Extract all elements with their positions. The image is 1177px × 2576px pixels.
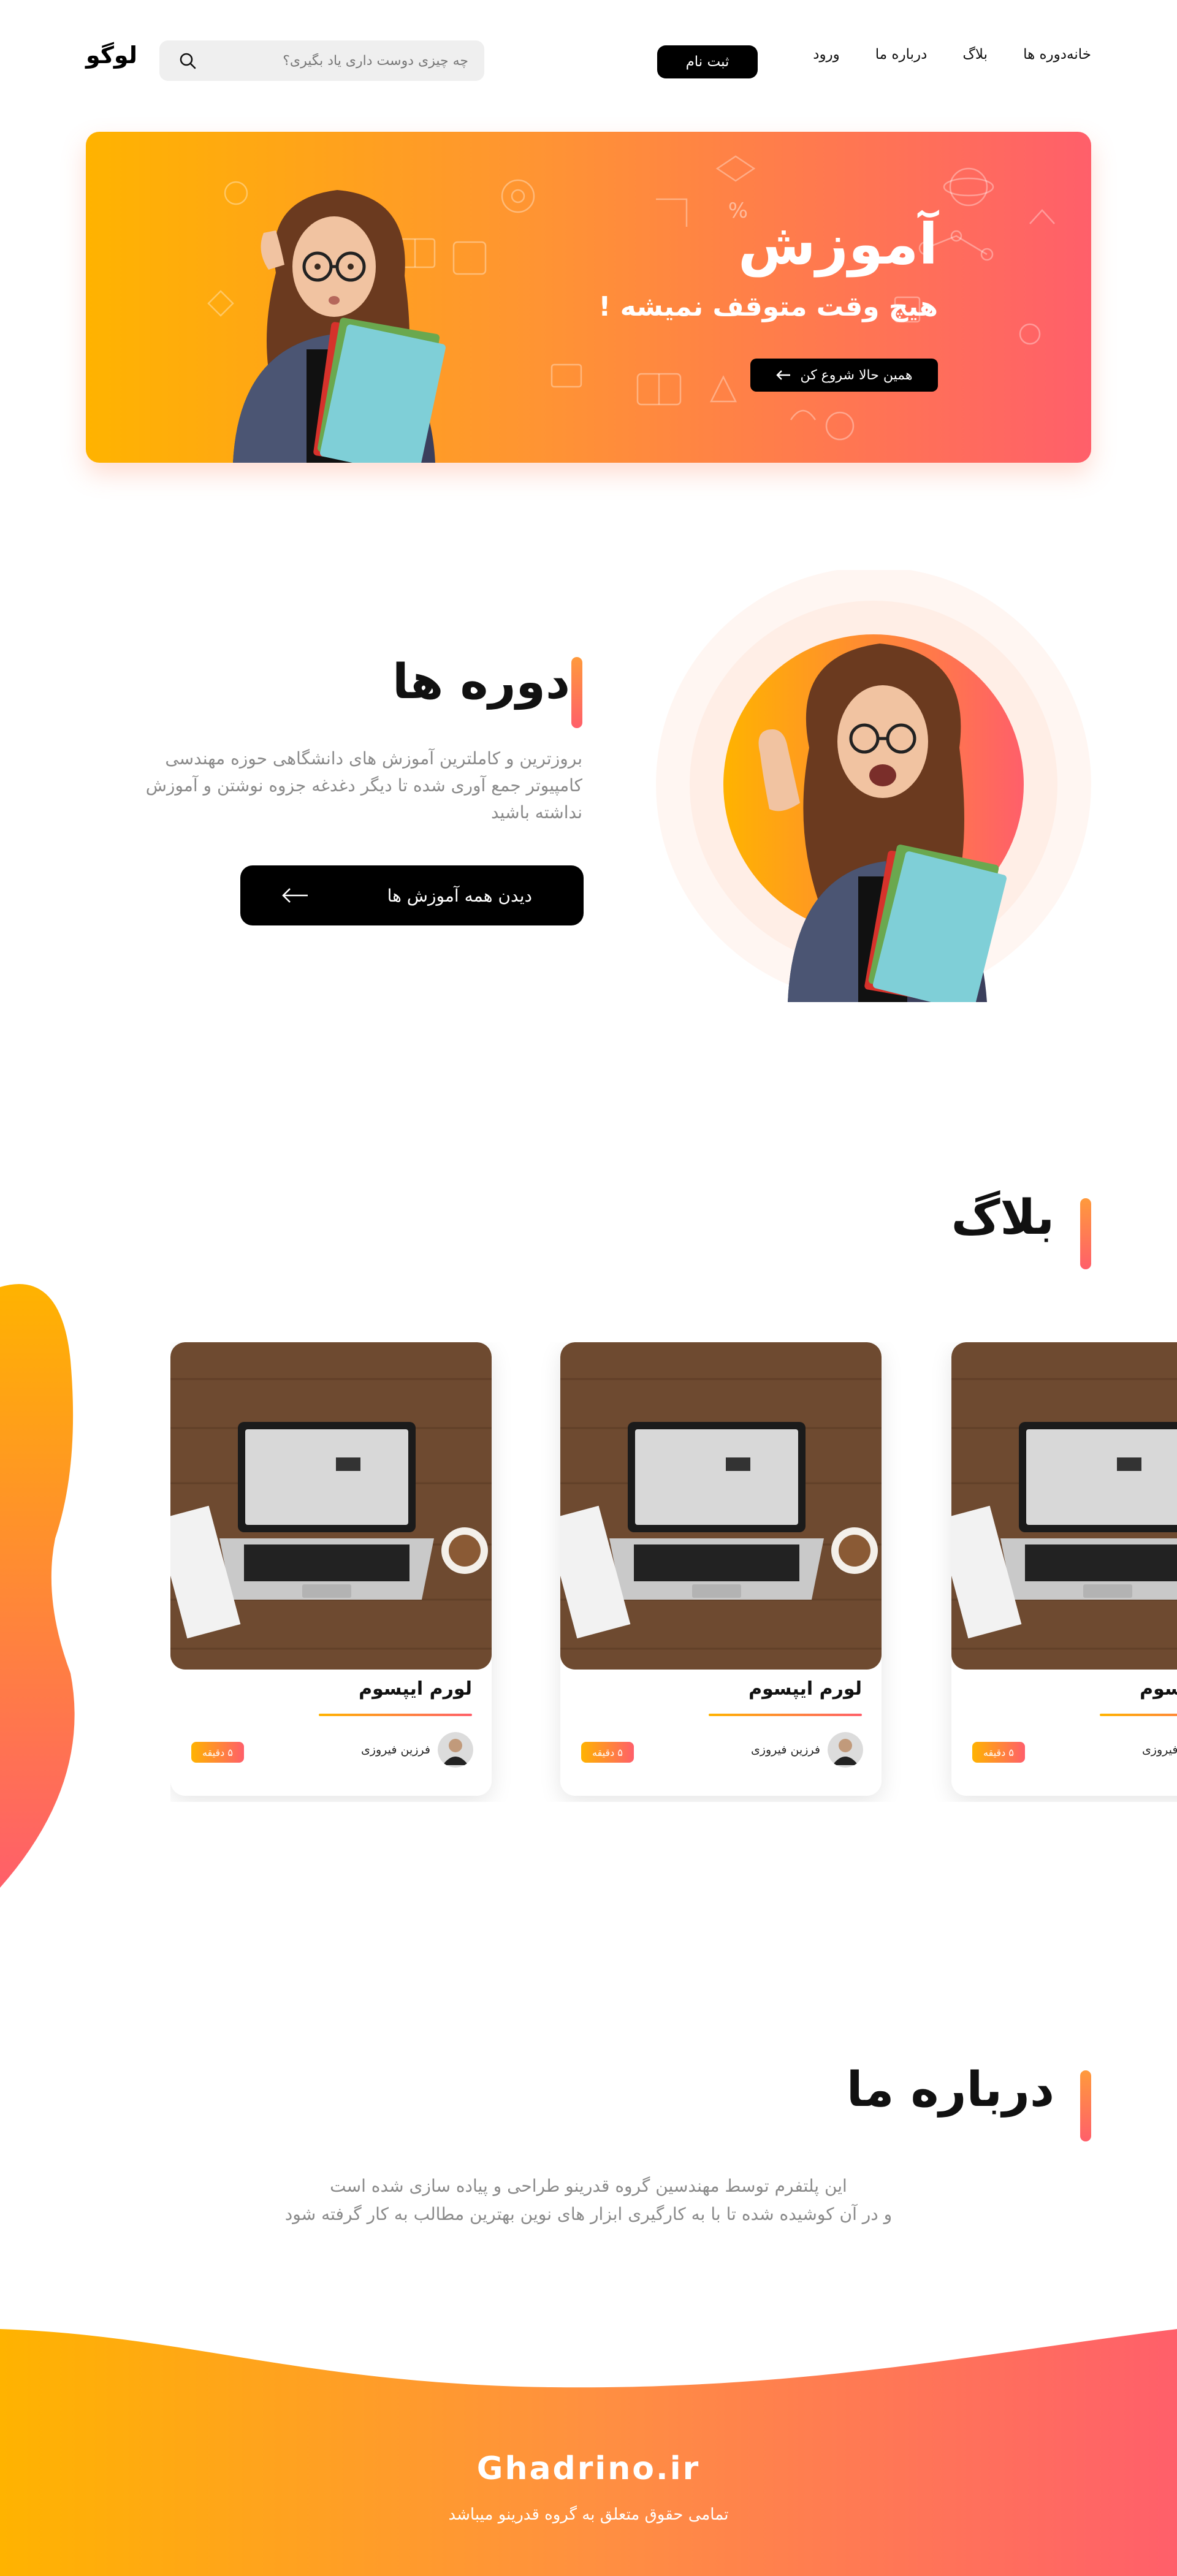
nav-login[interactable]: ورود bbox=[813, 47, 840, 63]
read-time-badge: ۵ دقیقه bbox=[191, 1742, 244, 1763]
laptop-image bbox=[951, 1342, 1177, 1670]
card-author: فرزین فیروزی bbox=[751, 1732, 863, 1768]
arrow-left-icon bbox=[776, 370, 791, 380]
title-underline bbox=[319, 1714, 472, 1716]
card-author: فرزین فیروزی bbox=[1142, 1732, 1177, 1768]
title-underline bbox=[709, 1714, 862, 1716]
blog-cards: لورم ایپسوم فرزین فیروزی ۵ دقیقه لورم ای… bbox=[170, 1342, 1177, 1802]
about-line-2: و در آن کوشیده شده تا با به کارگیری ابزا… bbox=[284, 2204, 893, 2224]
blog-card-title[interactable]: لورم ایپسوم bbox=[748, 1678, 862, 1700]
hero-start-button[interactable]: همین حالا شروع کن bbox=[750, 359, 938, 392]
site-header: خانه دوره ها بلاگ درباره ما ورود ثبت نام… bbox=[0, 0, 1177, 120]
search-box bbox=[159, 40, 484, 81]
site-logo[interactable]: لوگو bbox=[86, 42, 137, 69]
author-name: فرزین فیروزی bbox=[1141, 1743, 1177, 1757]
courses-description: بروزترین و کاملترین آموزش های دانشگاهی ح… bbox=[145, 748, 582, 823]
blog-card[interactable]: لورم ایپسوم فرزین فیروزی ۵ دقیقه bbox=[170, 1342, 492, 1796]
about-title: درباره ما bbox=[846, 2062, 1054, 2118]
blog-card-title[interactable]: لورم ایپسوم bbox=[359, 1678, 472, 1700]
read-time-badge: ۵ دقیقه bbox=[972, 1742, 1025, 1763]
card-author: فرزین فیروزی bbox=[361, 1732, 473, 1768]
decorative-blob bbox=[0, 1284, 75, 1888]
blog-card[interactable]: لورم ایپسوم فرزین فیروزی ۵ دقیقه bbox=[560, 1342, 882, 1796]
blog-accent-bar bbox=[1080, 1198, 1091, 1269]
blog-card-title[interactable]: لورم ایپسوم bbox=[1140, 1678, 1177, 1700]
title-underline bbox=[1100, 1714, 1177, 1716]
hero-banner: % % آموزش هیچ وقت متوقف نمیشه ! همین حال… bbox=[86, 132, 1091, 463]
search-input[interactable] bbox=[200, 53, 468, 69]
courses-title: دوره ها bbox=[392, 655, 570, 710]
view-all-courses-label: دیدن همه آموزش ها bbox=[387, 885, 532, 906]
view-all-courses-button[interactable]: دیدن همه آموزش ها bbox=[240, 865, 584, 925]
hero-start-label: همین حالا شروع کن bbox=[800, 367, 913, 383]
hero-title: آموزش bbox=[737, 211, 938, 277]
author-name: فرزین فیروزی bbox=[750, 1743, 820, 1757]
about-text: این پلتفرم توسط مهندسین گروه قدرینو طراح… bbox=[270, 2172, 907, 2228]
search-icon[interactable] bbox=[175, 48, 200, 73]
footer-copyright: تمامی حقوق متعلق به گروه قدرینو میباشد bbox=[448, 2506, 729, 2524]
author-avatar bbox=[438, 1732, 473, 1768]
about-line-1: این پلتفرم توسط مهندسین گروه قدرینو طراح… bbox=[330, 2176, 847, 2196]
author-avatar bbox=[828, 1732, 863, 1768]
blog-title: بلاگ bbox=[951, 1190, 1054, 1245]
arrow-left-icon bbox=[282, 888, 308, 903]
about-accent-bar bbox=[1080, 2070, 1091, 2141]
courses-accent-bar bbox=[571, 657, 582, 728]
laptop-image bbox=[560, 1342, 882, 1670]
student-image bbox=[233, 190, 446, 463]
blog-card[interactable]: لورم ایپسوم فرزین فیروزی ۵ دقیقه bbox=[951, 1342, 1177, 1796]
footer-site-name[interactable]: Ghadrino.ir bbox=[0, 2450, 1177, 2487]
nav-home[interactable]: خانه bbox=[1067, 47, 1091, 63]
nav-about[interactable]: درباره ما bbox=[875, 47, 928, 63]
read-time-badge: ۵ دقیقه bbox=[581, 1742, 634, 1763]
hero-subtitle: هیچ وقت متوقف نمیشه ! bbox=[598, 291, 938, 322]
nav-courses[interactable]: دوره ها bbox=[1023, 47, 1067, 63]
signup-button[interactable]: ثبت نام bbox=[657, 45, 758, 78]
main-nav: خانه دوره ها بلاگ درباره ما ورود bbox=[777, 47, 1091, 63]
author-name: فرزین فیروزی bbox=[360, 1743, 430, 1757]
nav-blog[interactable]: بلاگ bbox=[962, 47, 988, 63]
laptop-image bbox=[170, 1342, 492, 1670]
courses-circle-image bbox=[656, 570, 1091, 1002]
